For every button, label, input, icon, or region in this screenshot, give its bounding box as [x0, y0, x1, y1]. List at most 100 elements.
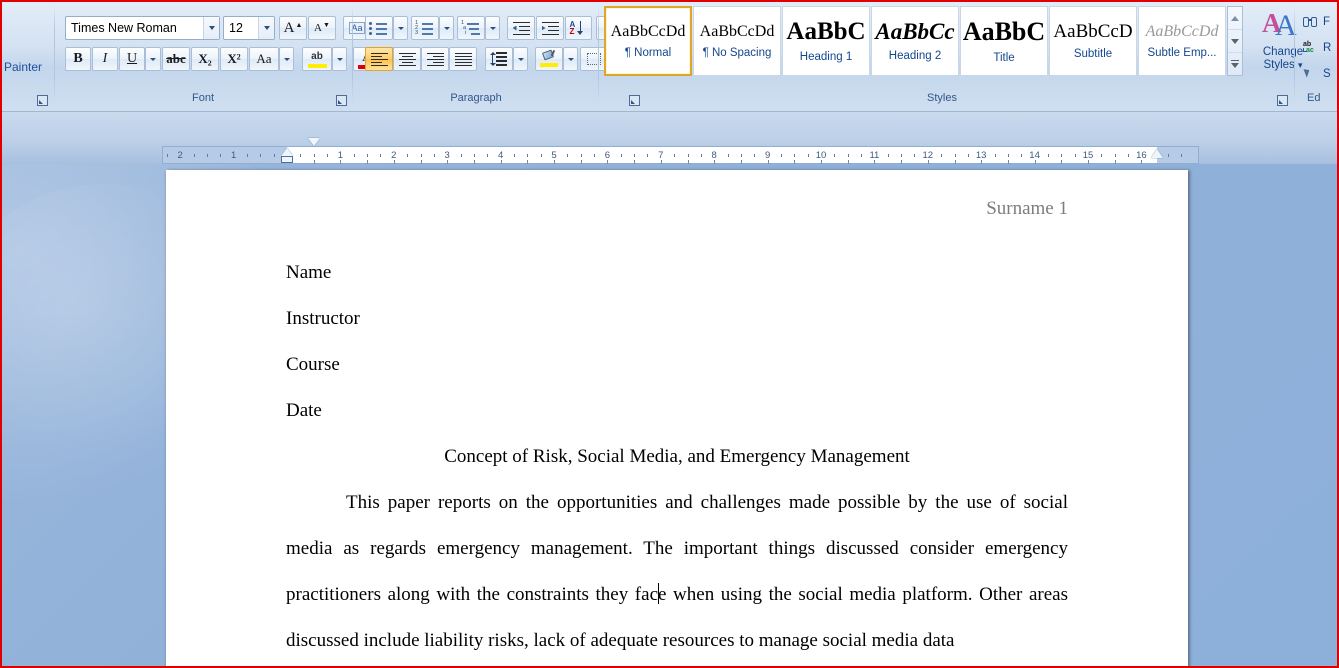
- styles-more-button[interactable]: [1228, 53, 1242, 75]
- style-item-title[interactable]: AaBbC Title: [960, 6, 1048, 76]
- ruler-minor-tick: [1181, 154, 1183, 157]
- select-label: S: [1323, 68, 1331, 80]
- numbering-icon: 1 2 3: [415, 20, 435, 36]
- bold-button[interactable]: B: [65, 47, 91, 71]
- style-preview: AaBbC: [962, 16, 1046, 46]
- superscript-button[interactable]: X²: [220, 47, 248, 71]
- select-button[interactable]: S: [1303, 64, 1331, 84]
- style-item-no-spacing[interactable]: AaBbCcDd ¶ No Spacing: [693, 6, 781, 76]
- right-indent-marker[interactable]: [1151, 149, 1164, 158]
- find-button[interactable]: F: [1303, 12, 1330, 32]
- ruler-minor-tick: [914, 154, 916, 157]
- styles-scroll-up-button[interactable]: [1228, 7, 1242, 30]
- line-spacing-dropdown[interactable]: [513, 47, 528, 71]
- bullets-icon: [369, 21, 389, 35]
- strikethrough-button[interactable]: abc: [162, 47, 190, 71]
- ruler-minor-tick: [460, 154, 462, 157]
- replace-icon: ab ac: [1303, 41, 1314, 54]
- left-indent-marker[interactable]: [281, 156, 293, 163]
- bullets-button[interactable]: [365, 16, 393, 40]
- change-case-icon: Aa: [256, 51, 272, 66]
- ruler-minor-tick: [313, 154, 315, 157]
- increase-indent-icon: [541, 21, 559, 36]
- styles-dialog-launcher[interactable]: [1275, 93, 1288, 106]
- clipboard-dialog-launcher[interactable]: [35, 93, 48, 106]
- styles-scroll-down-button[interactable]: [1228, 30, 1242, 53]
- editing-group-label: Ed: [1307, 92, 1321, 104]
- text-highlight-dropdown[interactable]: [332, 47, 347, 71]
- horizontal-ruler[interactable]: 2 1 1 2 3 4 5 6 7 8 9 10 11 12 13 14 15 16: [162, 138, 1199, 164]
- font-size-dropdown-arrow[interactable]: [258, 17, 274, 39]
- style-item-subtle-emp[interactable]: AaBbCcDd Subtle Emp...: [1138, 6, 1226, 76]
- shading-dropdown[interactable]: [563, 47, 578, 71]
- text-highlight-color-button[interactable]: ab: [302, 47, 332, 71]
- ruler-tick-left-1: 1: [230, 150, 237, 161]
- ruler-minor-tick: [473, 154, 475, 157]
- numbering-dropdown[interactable]: [439, 16, 454, 40]
- style-item-normal[interactable]: AaBbCcDd ¶ Normal: [604, 6, 692, 76]
- align-center-icon: [398, 52, 416, 67]
- bold-icon: B: [73, 51, 83, 66]
- change-case-dropdown[interactable]: [279, 47, 294, 71]
- change-styles-line1: Change: [1262, 46, 1304, 58]
- style-item-heading-1[interactable]: AaBbC Heading 1: [782, 6, 870, 76]
- ruler-minor-tick: [620, 154, 622, 157]
- find-label: F: [1323, 16, 1331, 28]
- multilevel-list-button[interactable]: 1 a i: [457, 16, 485, 40]
- bullets-dropdown[interactable]: [393, 16, 408, 40]
- ruler-tick-left-2: 2: [177, 150, 183, 161]
- line-spacing-button[interactable]: [485, 47, 513, 71]
- first-line-indent-marker[interactable]: [307, 138, 320, 146]
- justify-button[interactable]: [449, 47, 477, 71]
- replace-button[interactable]: ab ac R: [1303, 38, 1331, 58]
- multilevel-list-dropdown[interactable]: [485, 16, 500, 40]
- shrink-font-button[interactable]: A ▼: [308, 16, 336, 40]
- font-name-dropdown-arrow[interactable]: [203, 17, 219, 39]
- align-left-button[interactable]: [365, 47, 393, 71]
- grow-font-button[interactable]: A ▲: [279, 16, 307, 40]
- font-size-combo[interactable]: 12: [223, 16, 275, 40]
- ruler-minor-tick: [634, 154, 636, 157]
- increase-indent-button[interactable]: [536, 16, 564, 40]
- style-name: ¶ Normal: [624, 46, 672, 59]
- ruler-minor-tick: [260, 154, 262, 157]
- style-item-heading-2[interactable]: AaBbCc Heading 2: [871, 6, 959, 76]
- ruler-minor-tick: [527, 154, 529, 157]
- ruler-minor-tick: [594, 154, 596, 157]
- style-preview: AaBbCc: [875, 19, 955, 44]
- shading-bucket-icon: [541, 49, 557, 63]
- decrease-indent-button[interactable]: [507, 16, 535, 40]
- sort-button[interactable]: A Z: [565, 16, 592, 40]
- font-name-combo[interactable]: Times New Roman: [65, 16, 220, 40]
- doc-title: Concept of Risk, Social Media, and Emerg…: [444, 446, 910, 467]
- ruler-minor-tick: [193, 154, 195, 157]
- shading-button[interactable]: [535, 47, 563, 71]
- font-dialog-launcher[interactable]: [334, 93, 347, 106]
- numbering-button[interactable]: 1 2 3: [411, 16, 439, 40]
- align-center-button[interactable]: [393, 47, 421, 71]
- chevron-up-icon: [1231, 15, 1239, 21]
- style-item-subtitle[interactable]: AaBbCcD Subtitle: [1049, 6, 1137, 76]
- ruler-minor-tick: [420, 154, 422, 157]
- format-painter-label[interactable]: Painter: [2, 60, 54, 74]
- italic-button[interactable]: I: [92, 47, 118, 71]
- group-separator: [352, 6, 353, 102]
- document-workspace: Surname 1 Name Instructor Course Date Co…: [2, 164, 1337, 666]
- highlight-color-swatch: [307, 63, 327, 68]
- doc-line-date: Date: [286, 400, 322, 421]
- doc-line-name: Name: [286, 262, 332, 283]
- underline-button[interactable]: U: [119, 47, 145, 71]
- ruler-minor-tick: [807, 154, 809, 157]
- document-page[interactable]: Surname 1 Name Instructor Course Date Co…: [166, 170, 1188, 666]
- ruler-minor-tick: [647, 154, 649, 157]
- ruler-minor-tick: [246, 154, 248, 157]
- styles-gallery[interactable]: AaBbCcDd ¶ Normal AaBbCcDd ¶ No Spacing AaBb…: [604, 6, 1226, 76]
- styles-gallery-scroll[interactable]: [1227, 6, 1243, 76]
- ruler-minor-tick: [513, 154, 515, 157]
- font-name-value: Times New Roman: [71, 21, 177, 35]
- align-right-button[interactable]: [421, 47, 449, 71]
- subscript-button[interactable]: X₂: [191, 47, 219, 71]
- underline-dropdown[interactable]: [145, 47, 161, 71]
- hanging-indent-marker[interactable]: [281, 148, 293, 156]
- change-case-button[interactable]: Aa: [249, 47, 279, 71]
